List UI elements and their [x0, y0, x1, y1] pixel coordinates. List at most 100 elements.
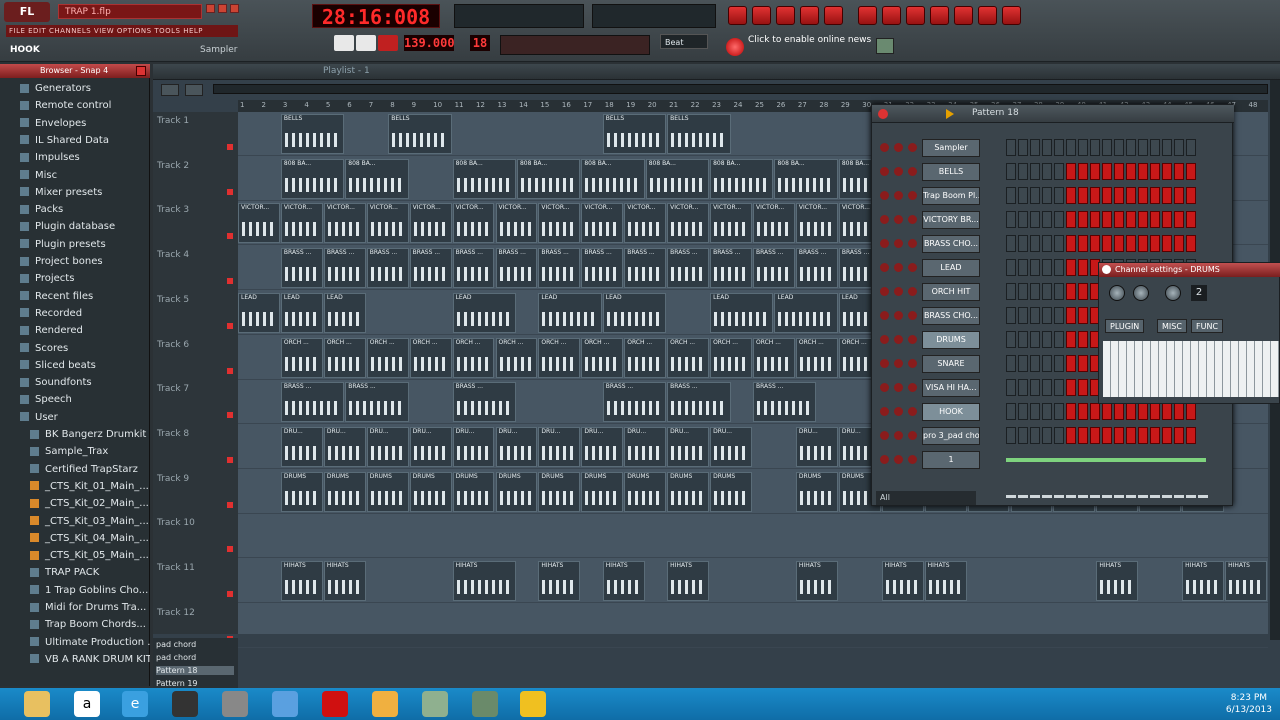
step-button[interactable] [1042, 259, 1052, 276]
track-mute-icon[interactable] [227, 501, 233, 508]
step-button[interactable] [1018, 331, 1028, 348]
browser-item[interactable]: TRAP PACK [0, 564, 150, 582]
step-button[interactable] [1138, 427, 1148, 444]
pattern-clip[interactable]: 808 BA... [345, 158, 409, 199]
pattern-clip[interactable]: DRUMS [795, 471, 838, 512]
channel-toggle-icon[interactable] [894, 311, 903, 320]
step-button[interactable] [1054, 307, 1064, 324]
pattern-clip[interactable]: ORCH ... [795, 337, 838, 378]
pattern-clip[interactable]: DRU... [538, 426, 581, 467]
step-button[interactable] [1066, 187, 1076, 204]
step-button[interactable] [1150, 427, 1160, 444]
step-button[interactable] [1018, 163, 1028, 180]
browser-item[interactable]: Generators [0, 80, 150, 98]
step-button[interactable] [1018, 139, 1028, 156]
step-button[interactable] [1150, 211, 1160, 228]
channel-toggle-icon[interactable] [894, 455, 903, 464]
channel-toggle-icon[interactable] [880, 383, 889, 392]
system-clock[interactable]: 8:23 PM 6/13/2013 [1226, 692, 1272, 716]
step-button[interactable] [1018, 355, 1028, 372]
main-menu[interactable]: FILE EDIT CHANNELS VIEW OPTIONS TOOLS HE… [6, 25, 238, 37]
toolbar-button[interactable] [800, 6, 819, 25]
browser-item[interactable]: _CTS_Kit_01_Main_... [0, 478, 150, 496]
step-button[interactable] [1066, 211, 1076, 228]
pattern-clip[interactable]: BRASS ... [409, 248, 452, 289]
step-button[interactable] [1054, 259, 1064, 276]
step-button[interactable] [1078, 307, 1088, 324]
channel-toggle-icon[interactable] [894, 335, 903, 344]
step-button[interactable] [1018, 259, 1028, 276]
toolbar-button[interactable] [906, 6, 925, 25]
track-mute-icon[interactable] [227, 233, 233, 240]
step-button[interactable] [1006, 403, 1016, 420]
browser-item[interactable]: _CTS_Kit_05_Main_... [0, 547, 150, 565]
step-button[interactable] [1054, 163, 1064, 180]
channel-toggle-icon[interactable] [880, 215, 889, 224]
channel-toggle-icon[interactable] [880, 311, 889, 320]
channel-toggle-icon[interactable] [908, 143, 917, 152]
pattern-clip[interactable]: ORCH ... [581, 337, 624, 378]
step-button[interactable] [1018, 307, 1028, 324]
step-button[interactable] [1042, 379, 1052, 396]
channel-button[interactable]: SNARE [922, 355, 980, 373]
step-button[interactable] [1114, 235, 1124, 252]
step-button[interactable] [1006, 235, 1016, 252]
pattern-clip[interactable]: 808 BA... [774, 158, 838, 199]
channel-toggle-icon[interactable] [880, 359, 889, 368]
track-name[interactable]: Track 10 [157, 518, 195, 528]
track-name[interactable]: Track 3 [157, 205, 189, 215]
step-button[interactable] [1090, 427, 1100, 444]
step-button[interactable] [1078, 163, 1088, 180]
pattern-list-item[interactable]: pad chord [156, 640, 196, 649]
channel-toggle-icon[interactable] [894, 431, 903, 440]
step-button[interactable] [1006, 355, 1016, 372]
step-button[interactable] [1018, 187, 1028, 204]
step-button[interactable] [1186, 403, 1196, 420]
step-button[interactable] [1126, 163, 1136, 180]
toolbar-button[interactable] [882, 6, 901, 25]
step-button[interactable] [1126, 139, 1136, 156]
channel-toggle-icon[interactable] [894, 263, 903, 272]
step-button[interactable] [1126, 403, 1136, 420]
pattern-clip[interactable]: DRU... [795, 426, 838, 467]
step-button[interactable] [1042, 235, 1052, 252]
step-button[interactable] [1006, 427, 1016, 444]
step-button[interactable] [1030, 331, 1040, 348]
step-button[interactable] [1150, 235, 1160, 252]
pattern-clip[interactable]: HIHATS [1225, 561, 1267, 601]
step-button[interactable] [1102, 139, 1112, 156]
step-button[interactable] [1030, 139, 1040, 156]
step-button[interactable] [1006, 331, 1016, 348]
channel-toggle-icon[interactable] [880, 143, 889, 152]
step-button[interactable] [1150, 163, 1160, 180]
step-button[interactable] [1090, 235, 1100, 252]
browser-item[interactable]: Certified TrapStarz [0, 461, 150, 479]
pattern-clip[interactable]: BRASS ... [452, 248, 495, 289]
step-button[interactable] [1066, 307, 1076, 324]
step-button[interactable] [1030, 355, 1040, 372]
track-name[interactable]: Track 7 [157, 384, 189, 394]
pan-knob[interactable] [1109, 285, 1125, 301]
channel-button[interactable]: 1 [922, 451, 980, 469]
step-button[interactable] [1018, 403, 1028, 420]
step-button[interactable] [1066, 379, 1076, 396]
step-button[interactable] [1138, 163, 1148, 180]
step-button[interactable] [1018, 427, 1028, 444]
track-name[interactable]: Track 8 [157, 429, 189, 439]
track-name[interactable]: Track 6 [157, 340, 189, 350]
pattern-list-item[interactable]: pad chord [156, 653, 196, 662]
step-button[interactable] [1102, 187, 1112, 204]
channel-toggle-icon[interactable] [908, 431, 917, 440]
step-button[interactable] [1066, 331, 1076, 348]
close-icon[interactable] [878, 109, 888, 119]
channel-toggle-icon[interactable] [908, 311, 917, 320]
step-button[interactable] [1030, 235, 1040, 252]
track-name[interactable]: Track 9 [157, 474, 189, 484]
amazon-icon[interactable]: a [74, 691, 100, 717]
pattern-clip[interactable]: BELLS [667, 114, 731, 154]
pattern-clip[interactable]: DRUMS [452, 471, 495, 512]
channel-toggle-icon[interactable] [894, 359, 903, 368]
pattern-clip[interactable]: DRUMS [323, 471, 366, 512]
step-button[interactable] [1066, 139, 1076, 156]
track-name[interactable]: Track 12 [157, 608, 195, 618]
